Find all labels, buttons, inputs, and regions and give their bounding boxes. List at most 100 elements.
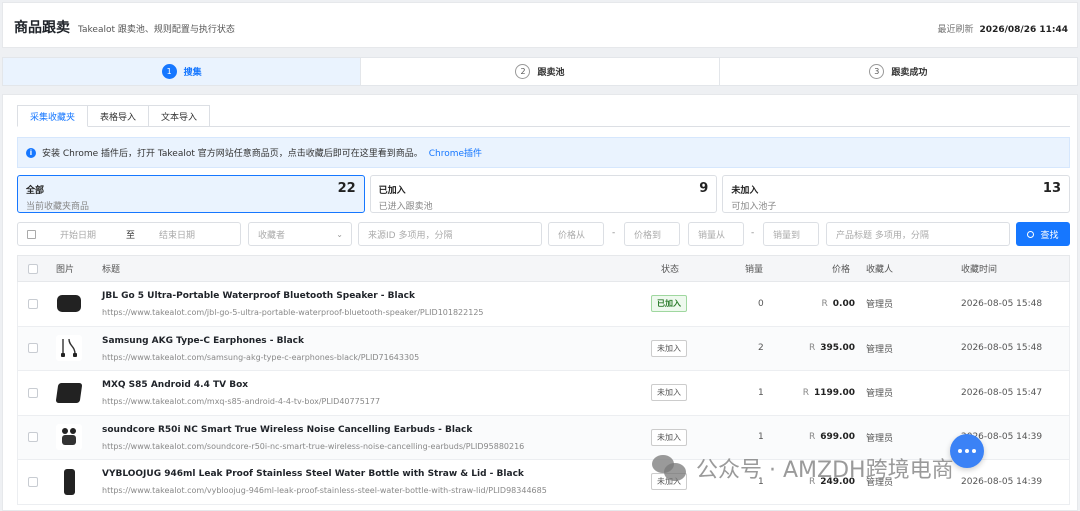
product-title[interactable]: Samsung AKG Type-C Earphones - Black <box>102 336 304 346</box>
header-collector: 收藏人 <box>866 265 894 275</box>
start-date-input[interactable]: 开始日期 <box>60 228 96 241</box>
select-all-checkbox-cell <box>28 256 38 281</box>
stat-desc: 当前收藏夹商品 <box>26 202 90 212</box>
step-label: 搜集 <box>183 68 202 78</box>
stat-card-joined[interactable]: 已加入 9 已进入跟卖池 <box>369 175 718 213</box>
step-collect[interactable]: 1 搜集 <box>3 58 362 85</box>
step-success[interactable]: 3 跟卖成功 <box>720 58 1077 85</box>
tab-text-import[interactable]: 文本导入 <box>149 105 211 127</box>
notice-text: 安装 Chrome 插件后，打开 Takealot 官方网站任意商品页，点击收藏… <box>42 149 423 159</box>
info-icon: i <box>26 147 36 158</box>
range-dash: - <box>751 228 755 238</box>
page-title: 商品跟卖 <box>14 20 70 36</box>
step-bar: 1 搜集 2 跟卖池 3 跟卖成功 <box>2 57 1078 86</box>
product-title[interactable]: MXQ S85 Android 4.4 TV Box <box>102 380 248 390</box>
stat-count: 13 <box>1042 181 1062 196</box>
table-row[interactable]: MXQ S85 Android 4.4 TV Box https://www.t… <box>17 371 1070 416</box>
time-value: 2026-08-05 15:47 <box>961 387 1043 398</box>
wechat-icon <box>652 455 686 481</box>
search-button[interactable]: 查找 <box>1016 222 1070 246</box>
header-title: 标题 <box>102 265 121 275</box>
row-checkbox[interactable] <box>28 298 38 309</box>
row-checkbox[interactable] <box>28 387 38 398</box>
sales-from-input[interactable]: 销量从 <box>688 222 744 246</box>
product-image-earphones <box>56 335 82 362</box>
product-url[interactable]: https://www.takealot.com/soundcore-r50i-… <box>102 442 524 451</box>
currency: R <box>821 298 828 309</box>
status-badge: 已加入 <box>651 295 687 313</box>
product-title[interactable]: VYBLOOJUG 946ml Leak Proof Stainless Ste… <box>102 469 524 479</box>
price-to-input[interactable]: 价格到 <box>624 222 680 246</box>
step-number: 3 <box>869 64 885 79</box>
collector-value: 管理员 <box>866 344 894 355</box>
more-actions-button[interactable] <box>950 434 984 468</box>
dot-icon <box>958 449 962 453</box>
product-url[interactable]: https://www.takealot.com/samsung-akg-typ… <box>102 353 419 362</box>
price-amount: 1199.00 <box>814 387 855 398</box>
stat-desc: 可加入池子 <box>731 202 777 212</box>
currency: R <box>809 432 816 443</box>
product-title[interactable]: soundcore R50i NC Smart True Wireless No… <box>102 425 472 435</box>
row-checkbox[interactable] <box>28 432 38 443</box>
calendar-icon <box>27 229 36 239</box>
tab-favorites[interactable]: 采集收藏夹 <box>17 105 89 127</box>
date-range-picker[interactable]: 开始日期 至 结束日期 <box>17 222 241 246</box>
stat-card-all[interactable]: 全部 22 当前收藏夹商品 <box>17 175 365 213</box>
product-image-earbuds <box>56 424 82 451</box>
watermark: 公众号 · AMZDH跨境电商 <box>652 452 954 484</box>
stat-label: 全部 <box>26 186 45 196</box>
table-row[interactable]: Samsung AKG Type-C Earphones - Black htt… <box>17 326 1070 371</box>
main-panel: 采集收藏夹 表格导入 文本导入 i 安装 Chrome 插件后，打开 Takea… <box>2 94 1078 511</box>
dot-icon <box>972 449 976 453</box>
price-from-input[interactable]: 价格从 <box>548 222 604 246</box>
price-value: R 1199.00 <box>803 371 855 415</box>
header-sales: 销量 <box>745 265 764 275</box>
time-value: 2026-08-05 15:48 <box>961 343 1043 354</box>
chrome-plugin-link[interactable]: Chrome插件 <box>429 146 482 159</box>
step-pool[interactable]: 2 跟卖池 <box>361 58 720 85</box>
date-to-label: 至 <box>126 230 136 241</box>
watermark-text: 公众号 · AMZDH跨境电商 <box>696 458 954 483</box>
end-date-input[interactable]: 结束日期 <box>159 228 195 241</box>
price-amount: 395.00 <box>820 343 855 354</box>
currency: R <box>802 387 809 398</box>
price-value: R 0.00 <box>822 282 855 326</box>
product-url[interactable]: https://www.takealot.com/jbl-go-5-ultra-… <box>102 308 484 317</box>
page-subtitle: Takealot 跟卖池、规则配置与执行状态 <box>78 25 235 35</box>
step-label: 跟卖池 <box>537 68 565 78</box>
collector-value: 管理员 <box>866 389 894 400</box>
header-image: 图片 <box>56 265 75 275</box>
stat-label: 未加入 <box>731 186 759 196</box>
table-row[interactable]: JBL Go 5 Ultra-Portable Waterproof Bluet… <box>17 282 1070 327</box>
select-all-checkbox[interactable] <box>28 263 38 274</box>
info-notice: i 安装 Chrome 插件后，打开 Takealot 官方网站任意商品页，点击… <box>17 137 1070 168</box>
tab-sheet-import[interactable]: 表格导入 <box>88 105 150 127</box>
currency: R <box>809 343 816 354</box>
source-id-input[interactable]: 来源ID 多项用，分隔 <box>358 222 542 246</box>
product-image-bottle <box>56 468 82 495</box>
search-icon <box>1027 230 1035 238</box>
product-url[interactable]: https://www.takealot.com/mxq-s85-android… <box>102 397 380 406</box>
sales-value: 0 <box>758 298 764 309</box>
chevron-down-icon: ⌄ <box>336 229 343 239</box>
search-button-label: 查找 <box>1040 230 1059 241</box>
collector-select[interactable]: 收藏者 ⌄ <box>248 222 352 246</box>
table-header: 图片 标题 状态 销量 价格 收藏人 收藏时间 <box>17 255 1070 282</box>
filter-bar: 开始日期 至 结束日期 收藏者 ⌄ 来源ID 多项用，分隔 价格从 - 价格到 … <box>17 222 1070 246</box>
product-title-input[interactable]: 产品标题 多项用，分隔 <box>826 222 1010 246</box>
sales-to-input[interactable]: 销量到 <box>763 222 819 246</box>
row-checkbox[interactable] <box>28 343 38 354</box>
range-dash: - <box>612 228 616 238</box>
product-title[interactable]: JBL Go 5 Ultra-Portable Waterproof Bluet… <box>102 291 415 301</box>
step-number: 1 <box>161 64 177 79</box>
product-url[interactable]: https://www.takealot.com/vybloojug-946ml… <box>102 486 547 495</box>
stat-card-not-joined[interactable]: 未加入 13 可加入池子 <box>722 175 1071 213</box>
step-number: 2 <box>515 64 531 79</box>
product-image-tv-box <box>55 379 83 406</box>
status-badge: 未加入 <box>651 428 687 446</box>
last-refresh: 最近刷新 2026/08/26 11:44 <box>938 22 1068 35</box>
row-checkbox[interactable] <box>28 476 38 487</box>
stat-desc: 已进入跟卖池 <box>378 202 433 212</box>
status-badge: 未加入 <box>651 339 687 357</box>
sales-value: 2 <box>758 343 764 354</box>
